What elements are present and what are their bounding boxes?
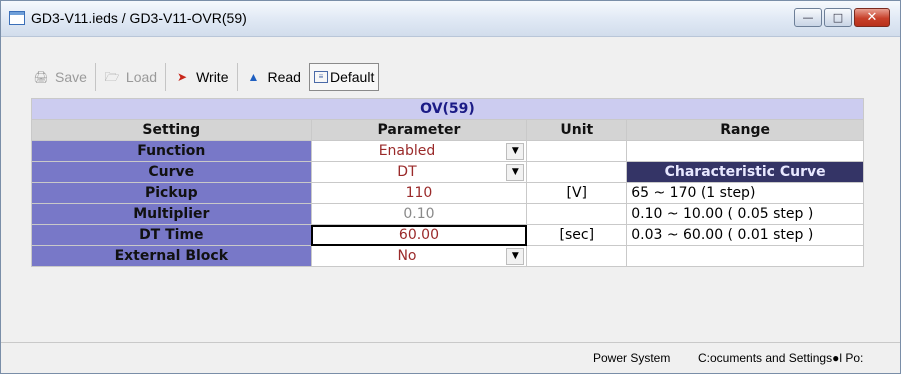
settings-window: GD3-V11.ieds / GD3-V11-OVR(59) — □ ✕ 🖨 Sa… — [0, 0, 901, 374]
window-title: GD3-V11.ieds / GD3-V11-OVR(59) — [31, 10, 247, 26]
close-button[interactable]: ✕ — [854, 8, 890, 27]
unit-cell — [526, 161, 628, 183]
load-button[interactable]: 🗁 Load — [96, 63, 167, 91]
unit-cell: [V] — [526, 182, 628, 204]
function-select[interactable]: Enabled ▼ — [310, 140, 528, 162]
range-cell — [626, 245, 864, 267]
parameter-value: DT — [397, 164, 417, 180]
external-block-select[interactable]: No ▼ — [310, 245, 528, 267]
read-arrow-icon: ▲ — [247, 70, 260, 84]
curve-select[interactable]: DT ▼ — [310, 161, 528, 183]
title-bar[interactable]: GD3-V11.ieds / GD3-V11-OVR(59) — □ ✕ — [1, 1, 900, 37]
header-setting: Setting — [31, 119, 312, 141]
status-section: Power System — [593, 351, 671, 365]
folder-icon: 🗁 — [104, 70, 120, 84]
close-icon: ✕ — [866, 10, 878, 25]
minimize-button[interactable]: — — [794, 8, 822, 27]
setting-label: Pickup — [31, 182, 312, 204]
write-button[interactable]: ➤ Write — [166, 63, 238, 91]
save-button[interactable]: 🖨 Save — [25, 63, 96, 91]
save-label: Save — [55, 69, 87, 85]
write-arrow-icon: ➤ — [177, 70, 188, 84]
default-list-icon: ≡ — [313, 71, 328, 83]
status-bar: Power System C:ocuments and Settings●l P… — [1, 342, 900, 373]
setting-label: External Block — [31, 245, 312, 267]
range-cell: 0.03 ~ 60.00 ( 0.01 step ) — [626, 224, 864, 246]
default-label: Default — [329, 69, 375, 85]
parameter-value: 0.10 — [403, 206, 435, 222]
maximize-button[interactable]: □ — [824, 8, 852, 27]
unit-cell — [526, 203, 628, 225]
table-row: Function Enabled ▼ — [31, 140, 864, 162]
table-row: External Block No ▼ — [31, 245, 864, 267]
setting-label: DT Time — [31, 224, 312, 246]
header-range: Range — [626, 119, 864, 141]
header-unit: Unit — [526, 119, 628, 141]
parameter-value: 60.00 — [398, 227, 440, 243]
status-path: C:ocuments and Settings●l Po: — [698, 351, 864, 365]
save-icon: 🖨 — [33, 70, 49, 84]
characteristic-curve-header: Characteristic Curve — [626, 161, 864, 183]
table-row: DT Time 60.00 [sec] 0.03 ~ 60.00 ( 0.01 … — [31, 224, 864, 246]
read-label: Read — [267, 69, 301, 85]
maximize-icon: □ — [832, 11, 844, 24]
multiplier-input[interactable]: 0.10 — [310, 203, 528, 225]
dropdown-arrow-icon[interactable]: ▼ — [506, 164, 525, 181]
unit-cell — [526, 245, 628, 267]
table-row: Multiplier 0.10 0.10 ~ 10.00 ( 0.05 step… — [31, 203, 864, 225]
load-label: Load — [125, 69, 158, 85]
grid-caption-row: OV(59) — [31, 98, 864, 120]
grid-header-row: Setting Parameter Unit Range — [31, 119, 864, 141]
parameter-value: Enabled — [378, 143, 436, 159]
header-parameter: Parameter — [310, 119, 528, 141]
dt-time-input[interactable]: 60.00 — [310, 224, 528, 246]
parameter-value: 110 — [405, 185, 433, 201]
dropdown-arrow-icon[interactable]: ▼ — [506, 248, 525, 265]
window-controls: — □ ✕ — [792, 8, 890, 27]
setting-label: Function — [31, 140, 312, 162]
setting-label: Curve — [31, 161, 312, 183]
unit-cell: [sec] — [526, 224, 628, 246]
parameter-value: No — [397, 248, 417, 264]
grid-caption: OV(59) — [31, 98, 864, 120]
write-label: Write — [196, 69, 229, 85]
minimize-icon: — — [802, 11, 814, 24]
setting-label: Multiplier — [31, 203, 312, 225]
table-row: Curve DT ▼ Characteristic Curve — [31, 161, 864, 183]
window-icon — [9, 11, 25, 25]
pickup-input[interactable]: 110 — [310, 182, 528, 204]
range-cell: 65 ~ 170 (1 step) — [626, 182, 864, 204]
range-cell: 0.10 ~ 10.00 ( 0.05 step ) — [626, 203, 864, 225]
range-cell — [626, 140, 864, 162]
toolbar: 🖨 Save 🗁 Load ➤ Write ▲ Read ≡ Default — [25, 63, 380, 93]
read-button[interactable]: ▲ Read — [238, 63, 309, 91]
unit-cell — [526, 140, 628, 162]
default-button[interactable]: ≡ Default — [308, 63, 380, 91]
dropdown-arrow-icon[interactable]: ▼ — [506, 143, 525, 160]
table-row: Pickup 110 [V] 65 ~ 170 (1 step) — [31, 182, 864, 204]
settings-grid: OV(59) Setting Parameter Unit Range Func… — [31, 98, 864, 267]
